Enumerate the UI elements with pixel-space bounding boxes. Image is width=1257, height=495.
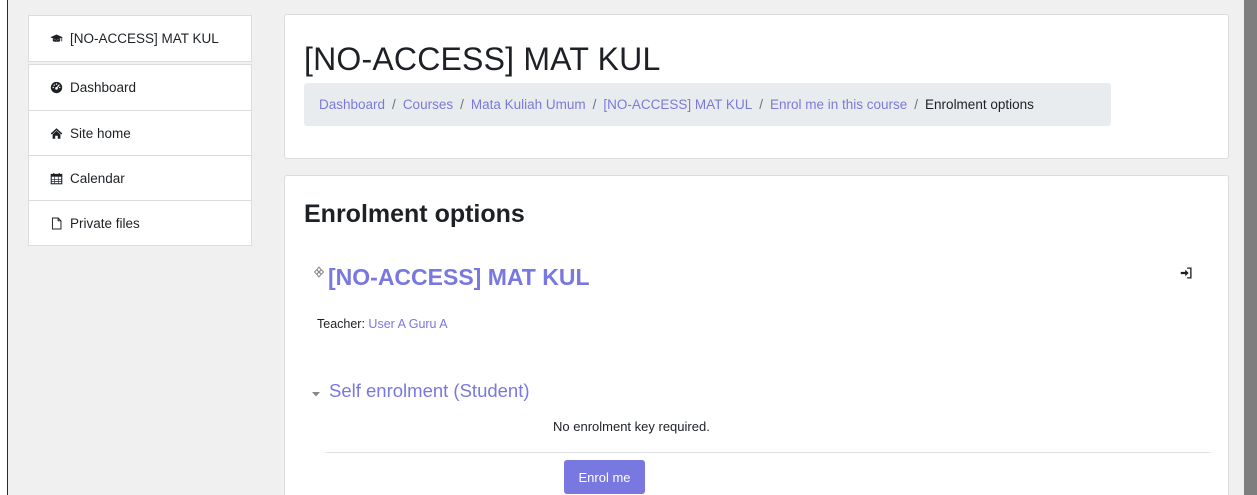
- breadcrumb-course[interactable]: [NO-ACCESS] MAT KUL: [603, 97, 752, 112]
- home-icon: [49, 126, 63, 140]
- enrol-me-button[interactable]: Enrol me: [564, 460, 645, 494]
- breadcrumb-courses[interactable]: Courses: [403, 97, 453, 112]
- file-icon: [49, 216, 63, 230]
- sidebar-item-site-home[interactable]: Site home: [29, 110, 251, 155]
- teacher-line: Teacher: User A Guru A: [317, 317, 448, 331]
- sidebar-item-label: Private files: [70, 215, 140, 231]
- sidebar-item-label: Calendar: [70, 170, 125, 186]
- sidebar-item-label: Dashboard: [70, 80, 137, 95]
- tachometer-icon: [49, 81, 63, 95]
- caret-down-icon: [311, 386, 321, 397]
- breadcrumb-category[interactable]: Mata Kuliah Umum: [471, 97, 586, 112]
- no-key-message: No enrolment key required.: [553, 419, 710, 434]
- breadcrumb-enrol[interactable]: Enrol me in this course: [770, 97, 907, 112]
- sidebar-item-course-label: [NO-ACCESS] MAT KUL: [70, 31, 219, 46]
- breadcrumb-separator: /: [460, 97, 464, 112]
- breadcrumb-dashboard[interactable]: Dashboard: [319, 97, 385, 112]
- sidebar-item-course[interactable]: [NO-ACCESS] MAT KUL: [29, 16, 251, 61]
- sidebar-nav-block: Dashboard Site home Calendar Private fil…: [28, 64, 252, 246]
- teacher-link[interactable]: User A Guru A: [368, 317, 447, 331]
- section-heading: Enrolment options: [304, 200, 525, 228]
- enrol-sign-in-icon[interactable]: [1180, 266, 1192, 279]
- breadcrumb-separator: /: [759, 97, 763, 112]
- breadcrumb-current: Enrolment options: [925, 97, 1034, 112]
- sidebar-item-label: Site home: [70, 125, 131, 141]
- sidebar-course-block: [NO-ACCESS] MAT KUL: [28, 15, 252, 62]
- enrolment-card: Enrolment options [NO-ACCESS] MAT KUL Te…: [284, 175, 1229, 495]
- page-title: [NO-ACCESS] MAT KUL: [304, 41, 661, 77]
- course-link[interactable]: [NO-ACCESS] MAT KUL: [328, 264, 590, 291]
- divider: [325, 452, 1211, 453]
- breadcrumb-separator: /: [392, 97, 396, 112]
- graduation-cap-icon: [49, 32, 63, 46]
- breadcrumb-separator: /: [914, 97, 919, 112]
- calendar-icon: [49, 171, 63, 185]
- self-enrolment-header[interactable]: Self enrolment (Student): [311, 380, 530, 402]
- breadcrumb-separator: /: [592, 97, 597, 112]
- window-scrollbar[interactable]: [1244, 0, 1257, 495]
- page-header: [NO-ACCESS] MAT KUL Dashboard / Courses …: [284, 14, 1229, 159]
- course-logo-icon: [313, 265, 325, 278]
- sidebar-item-calendar[interactable]: Calendar: [29, 155, 251, 200]
- sidebar-item-dashboard[interactable]: Dashboard: [29, 65, 251, 110]
- sidebar-item-private-files[interactable]: Private files: [29, 200, 251, 245]
- course-title-row: [NO-ACCESS] MAT KUL: [313, 264, 590, 291]
- self-enrolment-title[interactable]: Self enrolment (Student): [329, 380, 530, 402]
- breadcrumb: Dashboard / Courses / Mata Kuliah Umum /…: [304, 83, 1111, 126]
- teacher-label: Teacher:: [317, 317, 369, 331]
